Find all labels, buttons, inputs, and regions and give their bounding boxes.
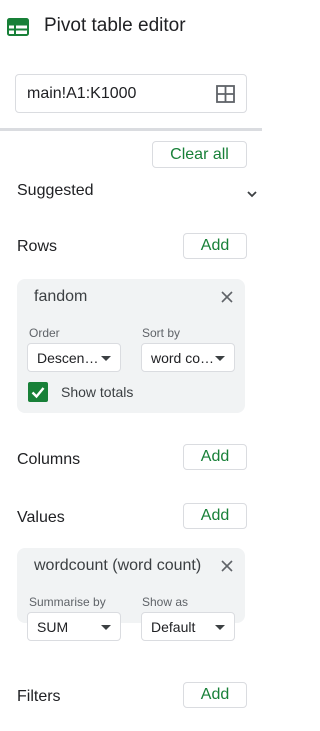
columns-add-button[interactable]: Add <box>183 444 247 470</box>
row-field-card: fandom Order Descen… Sort by word co… Sh… <box>17 279 245 413</box>
summarise-by-label: Summarise by <box>29 595 106 609</box>
suggested-label[interactable]: Suggested <box>17 182 94 200</box>
data-range-value: main!A1:K1000 <box>27 85 137 102</box>
clear-all-button[interactable]: Clear all <box>152 141 247 168</box>
show-totals-label: Show totals <box>61 384 134 400</box>
chevron-down-icon[interactable] <box>246 190 258 198</box>
sort-by-value: word co… <box>151 350 215 366</box>
header-divider <box>0 128 262 131</box>
sort-by-label: Sort by <box>142 326 181 340</box>
sheets-table-icon <box>7 18 29 36</box>
close-icon[interactable] <box>220 290 234 304</box>
close-icon[interactable] <box>220 559 234 573</box>
show-as-dropdown[interactable]: Default <box>141 612 235 641</box>
show-totals-checkbox[interactable] <box>28 382 48 402</box>
columns-label: Columns <box>17 451 81 468</box>
caret-down-icon <box>101 625 111 630</box>
show-as-value: Default <box>151 619 196 635</box>
rows-label: Rows <box>17 238 58 255</box>
checkmark-icon <box>31 387 45 399</box>
values-label: Values <box>17 509 65 526</box>
summarise-by-value: SUM <box>37 619 69 635</box>
value-field-title: wordcount (word count) <box>34 557 202 574</box>
show-as-label: Show as <box>142 595 189 609</box>
value-field-card: wordcount (word count) Summarise by SUM … <box>17 548 245 641</box>
panel-title: Pivot table editor <box>44 15 186 36</box>
row-field-title: fandom <box>34 288 88 305</box>
grid-select-icon[interactable] <box>216 85 235 103</box>
caret-down-icon <box>215 625 225 630</box>
sort-by-dropdown[interactable]: word co… <box>141 343 235 372</box>
order-dropdown[interactable]: Descen… <box>27 343 121 372</box>
values-add-button[interactable]: Add <box>183 503 247 529</box>
caret-down-icon <box>215 356 225 361</box>
filters-add-button[interactable]: Add <box>183 682 247 708</box>
summarise-by-dropdown[interactable]: SUM <box>27 612 121 641</box>
caret-down-icon <box>101 356 111 361</box>
panel-header: Pivot table editor <box>0 0 262 54</box>
filters-label: Filters <box>17 688 61 705</box>
order-value: Descen… <box>37 350 99 366</box>
order-label: Order <box>29 326 60 340</box>
data-range-field[interactable]: main!A1:K1000 <box>15 74 247 113</box>
rows-add-button[interactable]: Add <box>183 233 247 259</box>
